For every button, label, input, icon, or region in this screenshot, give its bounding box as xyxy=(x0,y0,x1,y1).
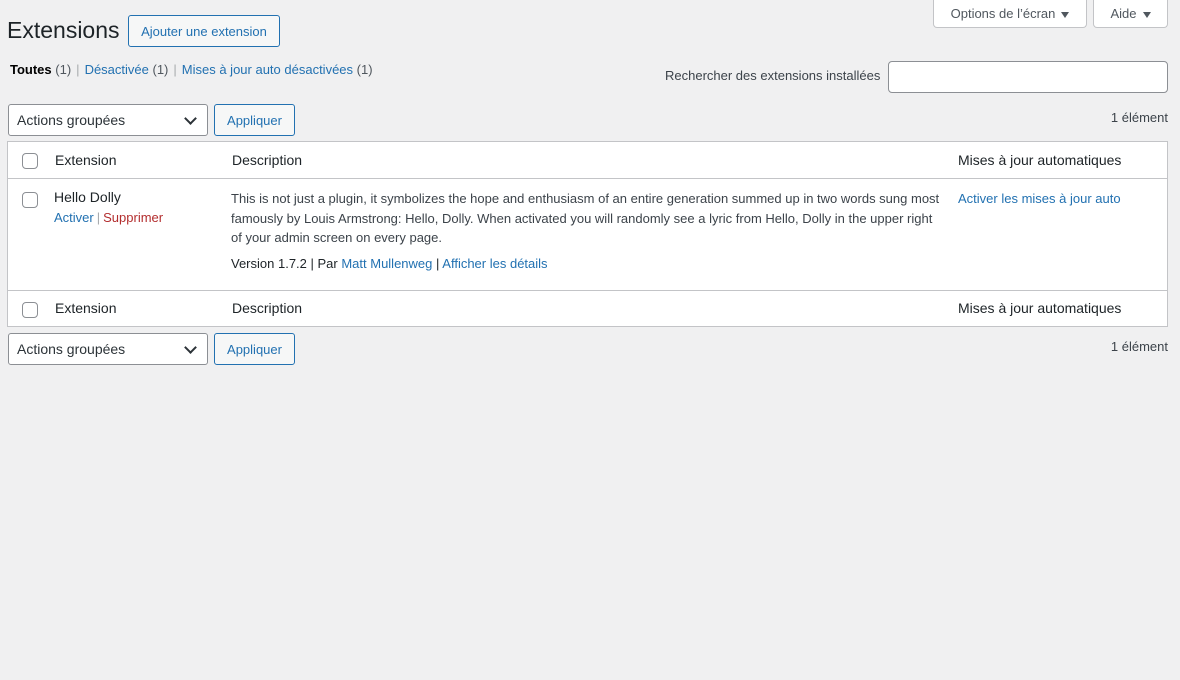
caret-down-icon xyxy=(1142,11,1151,18)
caret-down-icon xyxy=(1061,11,1070,18)
plugin-description: This is not just a plugin, it symbolizes… xyxy=(231,191,940,245)
items-count-bottom: 1 élément xyxy=(1110,339,1168,354)
screen-options-label: Options de l’écran xyxy=(950,6,1056,21)
column-description-footer: Description xyxy=(232,300,303,316)
search-input[interactable] xyxy=(888,61,1168,93)
delete-link[interactable]: Supprimer xyxy=(103,210,163,225)
filter-auto-update-disabled[interactable]: Mises à jour auto désactivées (1) xyxy=(182,62,373,77)
bulk-actions-select-bottom[interactable]: Actions groupées xyxy=(8,333,208,365)
column-extension-footer: Extension xyxy=(55,300,117,316)
items-count-top: 1 élément xyxy=(1110,110,1168,125)
select-all-checkbox[interactable] xyxy=(22,153,38,169)
table-row: Hello Dolly Activer | Supprimer This is no… xyxy=(8,179,1167,290)
enable-auto-updates-link[interactable]: Activer les mises à jour auto xyxy=(958,191,1121,206)
column-extension: Extension xyxy=(55,152,117,168)
activate-link[interactable]: Activer xyxy=(54,210,94,225)
plugin-name: Hello Dolly xyxy=(54,189,121,205)
add-plugin-button[interactable]: Ajouter une extension xyxy=(128,15,280,47)
select-all-checkbox-footer[interactable] xyxy=(22,302,38,318)
filter-all[interactable]: Toutes (1) xyxy=(10,62,71,77)
help-tab[interactable]: Aide xyxy=(1093,0,1168,28)
chevron-down-icon xyxy=(184,341,197,354)
column-auto-updates-footer: Mises à jour automatiques xyxy=(958,300,1122,316)
plugin-meta: Version 1.7.2 | Par Matt Mullenweg | Aff… xyxy=(231,256,548,271)
table-footer: Extension Description Mises à jour autom… xyxy=(8,290,1167,327)
chevron-down-icon xyxy=(184,112,197,125)
row-actions: Activer | Supprimer xyxy=(54,210,164,225)
column-description: Description xyxy=(232,152,303,168)
table-header: Extension Description Mises à jour autom… xyxy=(8,142,1167,179)
help-label: Aide xyxy=(1110,6,1137,21)
view-details-link[interactable]: Afficher les détails xyxy=(442,256,547,271)
apply-button-bottom[interactable]: Appliquer xyxy=(214,333,295,365)
screen-options-tab[interactable]: Options de l’écran xyxy=(933,0,1087,28)
filter-inactive[interactable]: Désactivée (1) xyxy=(85,62,169,77)
row-checkbox[interactable] xyxy=(22,192,38,208)
page-title: Extensions xyxy=(7,17,120,43)
apply-button-top[interactable]: Appliquer xyxy=(214,104,295,136)
author-link[interactable]: Matt Mullenweg xyxy=(341,256,432,271)
bulk-actions-select-top[interactable]: Actions groupées xyxy=(8,104,208,136)
plugins-table: Extension Description Mises à jour autom… xyxy=(7,141,1168,327)
filter-links: Toutes (1) | Désactivée (1) | Mises à jour a… xyxy=(10,62,373,77)
search-label: Rechercher des extensions installées xyxy=(665,68,881,83)
column-auto-updates: Mises à jour automatiques xyxy=(958,152,1122,168)
